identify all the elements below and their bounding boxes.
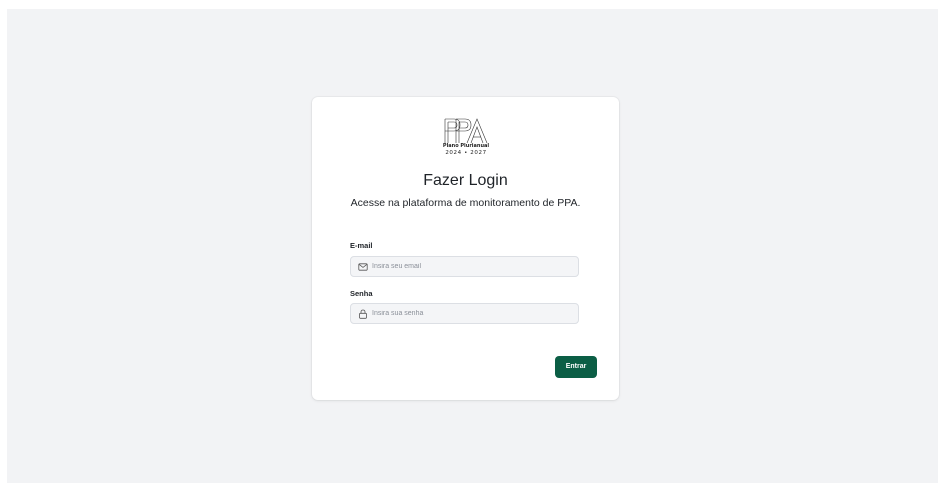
submit-button[interactable]: Entrar [555, 356, 597, 378]
lock-icon [359, 309, 367, 319]
page-background: Plano Plurianual 2024 • 2027 Fazer Login… [7, 9, 938, 483]
password-field-wrapper[interactable] [350, 303, 579, 324]
logo-years: 2024 • 2027 [445, 150, 487, 156]
password-field[interactable] [372, 304, 572, 323]
email-field[interactable] [372, 257, 572, 276]
login-card: Plano Plurianual 2024 • 2027 Fazer Login… [312, 97, 619, 400]
email-field-wrapper[interactable] [350, 256, 579, 277]
logo-program-name: Plano Plurianual [442, 143, 490, 149]
page-subtitle: Acesse na plataforma de monitoramento de… [350, 197, 581, 209]
page-title: Fazer Login [423, 172, 508, 189]
ppa-logo-icon [444, 118, 488, 144]
ppa-logo: Plano Plurianual 2024 • 2027 [442, 117, 490, 159]
password-label: Senha [350, 289, 373, 298]
email-label: E-mail [350, 241, 373, 250]
mail-icon [358, 263, 368, 271]
